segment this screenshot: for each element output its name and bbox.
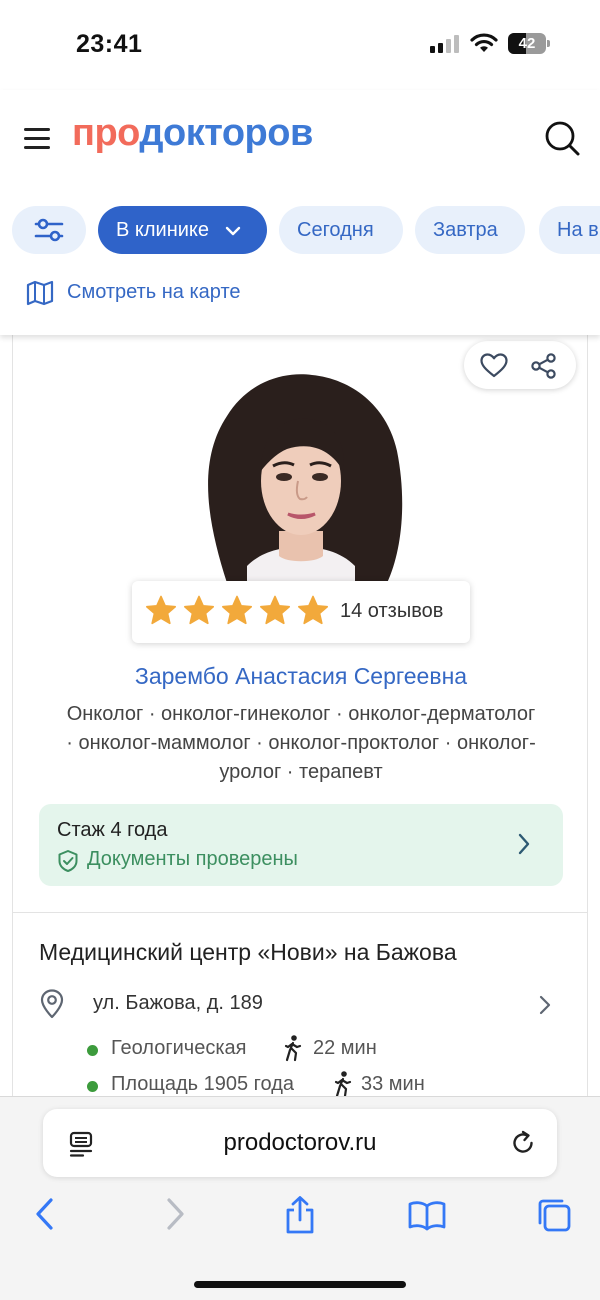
filter-in-clinic-label: В клинике	[116, 219, 210, 241]
status-time: 23:41	[76, 30, 143, 58]
filter-weekend-label: На в	[557, 219, 599, 241]
show-on-map-label: Смотреть на карте	[67, 281, 241, 303]
tabs-icon[interactable]	[536, 1197, 572, 1233]
share-icon[interactable]	[283, 1195, 317, 1235]
filter-today[interactable]: Сегодня	[279, 206, 403, 254]
shield-check-icon	[58, 850, 78, 872]
walking-person-icon	[334, 1071, 352, 1098]
card-actions	[464, 341, 576, 389]
bookmarks-icon[interactable]	[408, 1199, 446, 1231]
metro-station: Площадь 1905 года	[111, 1073, 294, 1095]
chevron-down-icon	[225, 226, 240, 235]
experience-block[interactable]: Стаж 4 года Документы проверены	[39, 804, 563, 886]
favorite-heart-icon[interactable]	[480, 353, 508, 378]
logo-part-doktorov: докторов	[139, 112, 313, 154]
filter-chips: В клинике Сегодня Завтра На в	[12, 206, 600, 256]
share-icon[interactable]	[530, 353, 558, 379]
status-bar: 23:41 42	[0, 0, 600, 90]
doctor-name[interactable]: Зарембо Анастасия Сергеевна	[13, 663, 589, 690]
walk-time: 33 мин	[361, 1073, 425, 1095]
cellular-signal-icon	[430, 35, 462, 53]
walk-time: 22 мин	[313, 1037, 377, 1059]
browser-toolbar: prodoctorov.ru	[0, 1096, 600, 1300]
filter-weekend[interactable]: На в	[539, 206, 600, 254]
doctor-card: 14 отзывов Зарембо Анастасия Сергеевна О…	[12, 335, 588, 1115]
address-bar[interactable]: prodoctorov.ru	[43, 1109, 557, 1177]
menu-icon[interactable]	[24, 128, 50, 150]
back-icon[interactable]	[34, 1197, 56, 1231]
doctor-photo	[187, 371, 415, 583]
star-icon	[145, 595, 177, 625]
divider	[13, 912, 587, 913]
chevron-right-icon	[539, 995, 551, 1015]
site-header: продокторов В клинике Сегодня Завтра На …	[0, 90, 600, 335]
clinic-name[interactable]: Медицинский центр «Нови» на Бажова	[39, 939, 457, 966]
star-icon	[297, 595, 329, 625]
reload-icon[interactable]	[509, 1129, 537, 1157]
battery-level: 42	[518, 35, 536, 52]
metro-line-dot	[87, 1045, 98, 1056]
star-icon	[183, 595, 215, 625]
rating-badge[interactable]: 14 отзывов	[132, 581, 470, 643]
clinic-address: ул. Бажова, д. 189	[93, 992, 263, 1014]
documents-verified-label: Документы проверены	[87, 848, 298, 870]
star-icon	[221, 595, 253, 625]
doctor-specialties: Онколог · онколог-гинеколог · онколог-де…	[66, 703, 536, 783]
filter-tomorrow[interactable]: Завтра	[415, 206, 525, 254]
filter-settings-button[interactable]	[12, 206, 86, 254]
filter-tomorrow-label: Завтра	[433, 219, 498, 241]
url-text: prodoctorov.ru	[223, 1129, 377, 1156]
clinic-address-row[interactable]: ул. Бажова, д. 189	[39, 989, 563, 1019]
metro-station: Геологическая	[111, 1037, 247, 1059]
search-icon[interactable]	[544, 120, 580, 156]
chevron-right-icon	[518, 833, 530, 855]
filter-in-clinic[interactable]: В клинике	[98, 206, 267, 254]
sliders-icon	[34, 218, 64, 242]
forward-icon[interactable]	[164, 1197, 186, 1231]
logo-part-pro: про	[72, 112, 140, 154]
walking-person-icon	[284, 1035, 302, 1062]
home-indicator	[194, 1281, 406, 1288]
metro-line-dot	[87, 1081, 98, 1092]
wifi-icon	[470, 33, 498, 52]
experience-label: Стаж 4 года	[57, 819, 168, 841]
site-logo[interactable]: продокторов	[72, 112, 313, 155]
filter-today-label: Сегодня	[297, 219, 374, 241]
map-icon	[26, 280, 54, 306]
rating-stars	[144, 594, 334, 628]
battery-icon: 42	[508, 33, 550, 54]
reviews-count: 14 отзывов	[340, 600, 444, 622]
star-icon	[259, 595, 291, 625]
location-pin-icon	[40, 989, 64, 1019]
